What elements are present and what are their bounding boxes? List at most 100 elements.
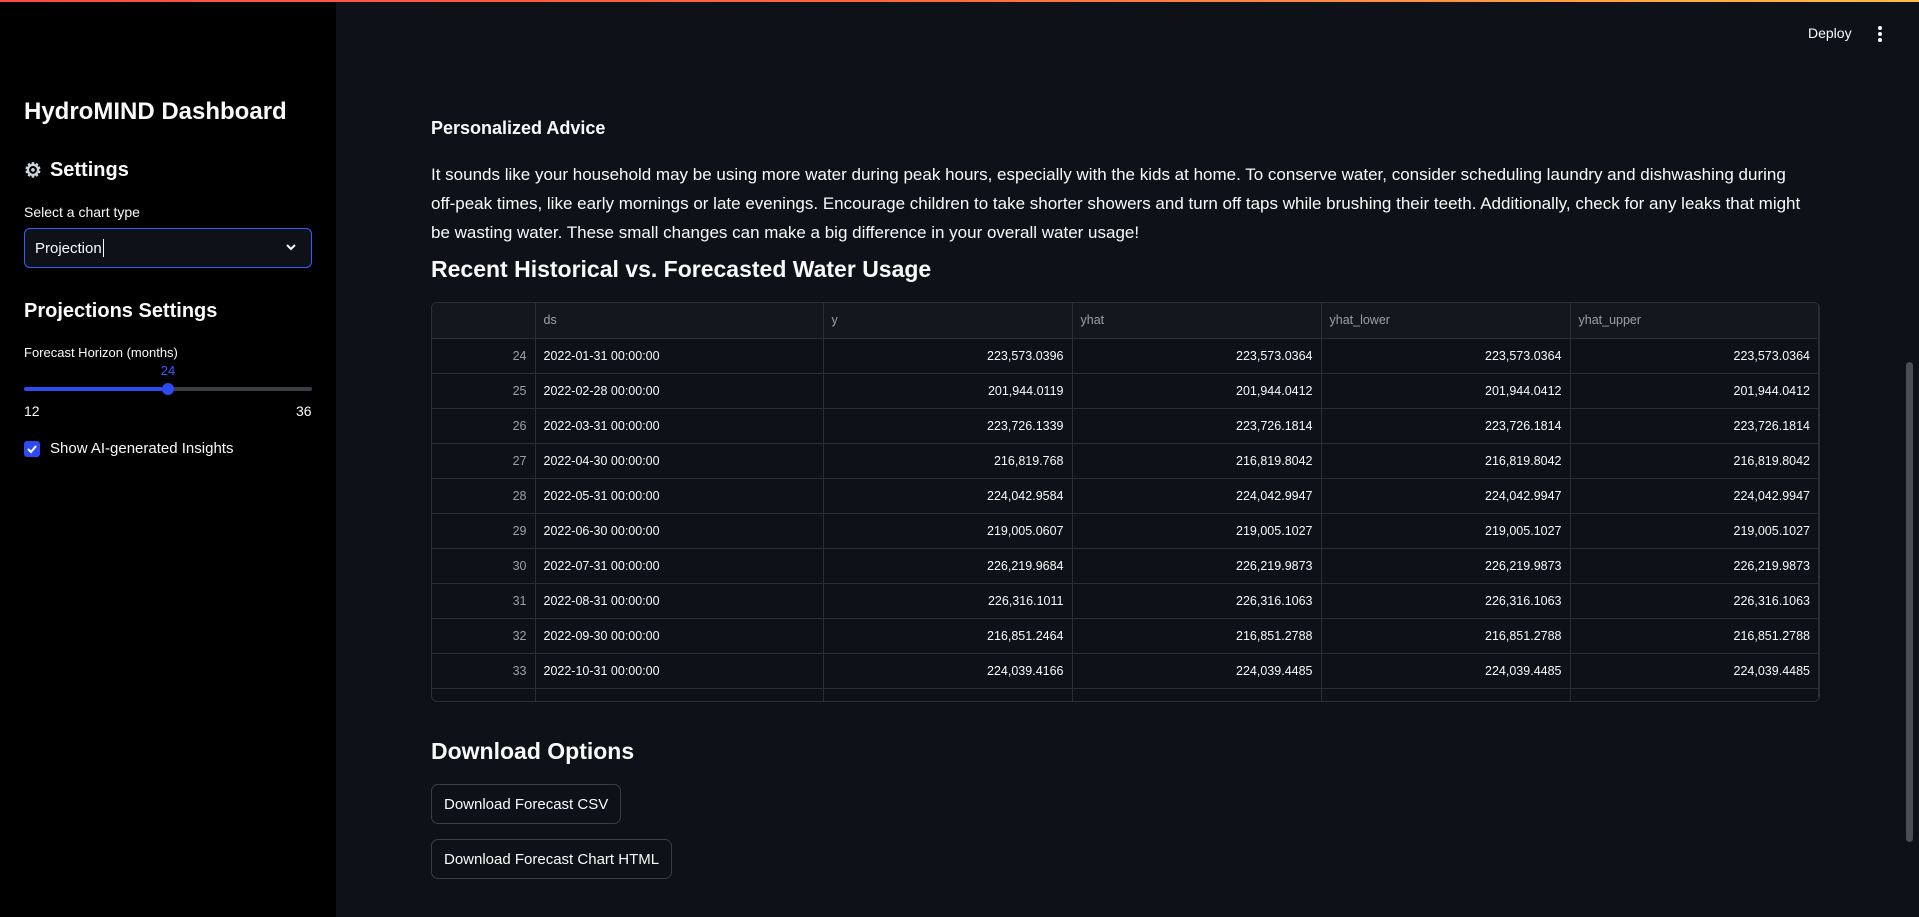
- table-cell[interactable]: 2022-08-31 00:00:00: [535, 583, 824, 619]
- table-cell[interactable]: 223,726.1814: [1570, 408, 1819, 444]
- table-cell[interactable]: 2022-06-30 00:00:00: [535, 513, 824, 549]
- table-cell[interactable]: 2022-10-31 00:00:00: [535, 653, 824, 689]
- row-index: 33: [432, 653, 536, 689]
- table-cell: [1321, 688, 1571, 701]
- table-cell[interactable]: 223,726.1814: [1321, 408, 1571, 444]
- table-cell[interactable]: 226,316.1011: [823, 583, 1073, 619]
- table-cell[interactable]: 226,219.9873: [1072, 548, 1322, 584]
- table-cell[interactable]: 224,042.9584: [823, 478, 1073, 514]
- deploy-button[interactable]: Deploy: [1808, 25, 1852, 41]
- sidebar-title: HydroMIND Dashboard: [24, 98, 287, 125]
- table-cell[interactable]: 226,219.9684: [823, 548, 1073, 584]
- chart-type-select[interactable]: Projection: [24, 228, 312, 268]
- row-index: 26: [432, 408, 536, 444]
- column-header[interactable]: yhat_lower: [1321, 303, 1571, 339]
- table-cell[interactable]: 224,039.4485: [1321, 653, 1571, 689]
- table-cell[interactable]: 216,819.8042: [1570, 443, 1819, 479]
- row-index: 32: [432, 618, 536, 654]
- column-header[interactable]: ds: [535, 303, 824, 339]
- table-cell[interactable]: 201,944.0412: [1072, 373, 1322, 409]
- column-header[interactable]: y: [823, 303, 1073, 339]
- download-csv-button[interactable]: Download Forecast CSV: [431, 784, 622, 824]
- chart-type-label: Select a chart type: [24, 204, 140, 220]
- table-cell[interactable]: 223,573.0364: [1072, 338, 1322, 374]
- table-cell[interactable]: 224,039.4485: [1570, 653, 1819, 689]
- table-cell[interactable]: 223,573.0364: [1570, 338, 1819, 374]
- table-cell[interactable]: 2022-04-30 00:00:00: [535, 443, 824, 479]
- table-cell[interactable]: 224,039.4485: [1072, 653, 1322, 689]
- sidebar: HydroMIND Dashboard ⚙ Settings Select a …: [0, 0, 336, 917]
- table-row[interactable]: 25 2022-02-28 00:00:00 201,944.0119 201,944…: [432, 373, 1819, 409]
- table-cell[interactable]: 2022-05-31 00:00:00: [535, 478, 824, 514]
- forecast-horizon-label: Forecast Horizon (months): [24, 345, 178, 360]
- table-cell[interactable]: 216,851.2464: [823, 618, 1073, 654]
- table-cell[interactable]: 224,039.4166: [823, 653, 1073, 689]
- slider-value: 24: [160, 363, 176, 378]
- table-row-partial: [432, 688, 1819, 701]
- row-index: 24: [432, 338, 536, 374]
- table-cell[interactable]: 223,726.1339: [823, 408, 1073, 444]
- table-cell[interactable]: 219,005.1027: [1570, 513, 1819, 549]
- chart-type-value: Projection: [35, 239, 102, 257]
- forecast-table[interactable]: ds y yhat yhat_lower yhat_upper 24 2022-0…: [431, 302, 1820, 702]
- table-cell[interactable]: 216,851.2788: [1321, 618, 1571, 654]
- table-cell: [535, 688, 824, 701]
- row-index: 29: [432, 513, 536, 549]
- table-cell[interactable]: 219,005.0607: [823, 513, 1073, 549]
- table-cell[interactable]: 226,316.1063: [1321, 583, 1571, 619]
- table-cell: [432, 688, 536, 701]
- table-cell[interactable]: 219,005.1027: [1321, 513, 1571, 549]
- table-cell[interactable]: 2022-01-31 00:00:00: [535, 338, 824, 374]
- table-cell[interactable]: 201,944.0119: [823, 373, 1073, 409]
- table-cell[interactable]: 2022-09-30 00:00:00: [535, 618, 824, 654]
- table-cell[interactable]: 226,219.9873: [1570, 548, 1819, 584]
- table-row[interactable]: 30 2022-07-31 00:00:00 226,219.9684 226,219…: [432, 548, 1819, 584]
- column-header[interactable]: [432, 303, 536, 339]
- table-cell: [1072, 688, 1322, 701]
- table-row[interactable]: 31 2022-08-31 00:00:00 226,316.1011 226,316…: [432, 583, 1819, 619]
- slider-thumb[interactable]: [162, 383, 174, 395]
- table-cell: [823, 688, 1073, 701]
- table-row[interactable]: 33 2022-10-31 00:00:00 224,039.4166 224,039…: [432, 653, 1819, 689]
- check-icon: [27, 444, 37, 453]
- column-header[interactable]: yhat: [1072, 303, 1322, 339]
- table-cell[interactable]: 224,042.9947: [1072, 478, 1322, 514]
- insights-checkbox[interactable]: [24, 440, 40, 457]
- table-cell[interactable]: 226,316.1063: [1570, 583, 1819, 619]
- more-menu-icon[interactable]: [1876, 24, 1884, 44]
- table-cell[interactable]: 2022-02-28 00:00:00: [535, 373, 824, 409]
- download-html-button[interactable]: Download Forecast Chart HTML: [431, 839, 673, 879]
- table-title: Recent Historical vs. Forecasted Water U…: [431, 256, 932, 282]
- table-cell[interactable]: 223,726.1814: [1072, 408, 1322, 444]
- table-cell[interactable]: 216,819.8042: [1072, 443, 1322, 479]
- table-cell[interactable]: 216,851.2788: [1570, 618, 1819, 654]
- table-cell[interactable]: 2022-07-31 00:00:00: [535, 548, 824, 584]
- table-cell[interactable]: 216,851.2788: [1072, 618, 1322, 654]
- forecast-horizon-slider[interactable]: [24, 383, 312, 395]
- row-index: 28: [432, 478, 536, 514]
- table-cell[interactable]: 201,944.0412: [1321, 373, 1571, 409]
- table-header-row: ds y yhat yhat_lower yhat_upper: [432, 303, 1819, 339]
- table-cell[interactable]: 216,819.768: [823, 443, 1073, 479]
- insights-checkbox-row[interactable]: Show AI-generated Insights: [24, 440, 233, 457]
- row-index: 25: [432, 373, 536, 409]
- table-cell[interactable]: 224,042.9947: [1570, 478, 1819, 514]
- table-cell[interactable]: 224,042.9947: [1321, 478, 1571, 514]
- table-row[interactable]: 26 2022-03-31 00:00:00 223,726.1339 223,726…: [432, 408, 1819, 444]
- table-cell[interactable]: 223,573.0396: [823, 338, 1073, 374]
- table-row[interactable]: 28 2022-05-31 00:00:00 224,042.9584 224,042…: [432, 478, 1819, 514]
- table-row[interactable]: 24 2022-01-31 00:00:00 223,573.0396 223,573…: [432, 338, 1819, 374]
- table-cell[interactable]: 2022-03-31 00:00:00: [535, 408, 824, 444]
- table-cell[interactable]: 216,819.8042: [1321, 443, 1571, 479]
- table-cell[interactable]: 226,316.1063: [1072, 583, 1322, 619]
- table-row[interactable]: 27 2022-04-30 00:00:00 216,819.768 216,819.…: [432, 443, 1819, 479]
- column-header[interactable]: yhat_upper: [1570, 303, 1819, 339]
- table-cell[interactable]: 226,219.9873: [1321, 548, 1571, 584]
- table-row[interactable]: 32 2022-09-30 00:00:00 216,851.2464 216,851…: [432, 618, 1819, 654]
- table-cell[interactable]: 223,573.0364: [1321, 338, 1571, 374]
- table-cell[interactable]: 219,005.1027: [1072, 513, 1322, 549]
- main-scrollbar[interactable]: [1906, 362, 1913, 842]
- table-cell[interactable]: 201,944.0412: [1570, 373, 1819, 409]
- table-row[interactable]: 29 2022-06-30 00:00:00 219,005.0607 219,005…: [432, 513, 1819, 549]
- row-index: 30: [432, 548, 536, 584]
